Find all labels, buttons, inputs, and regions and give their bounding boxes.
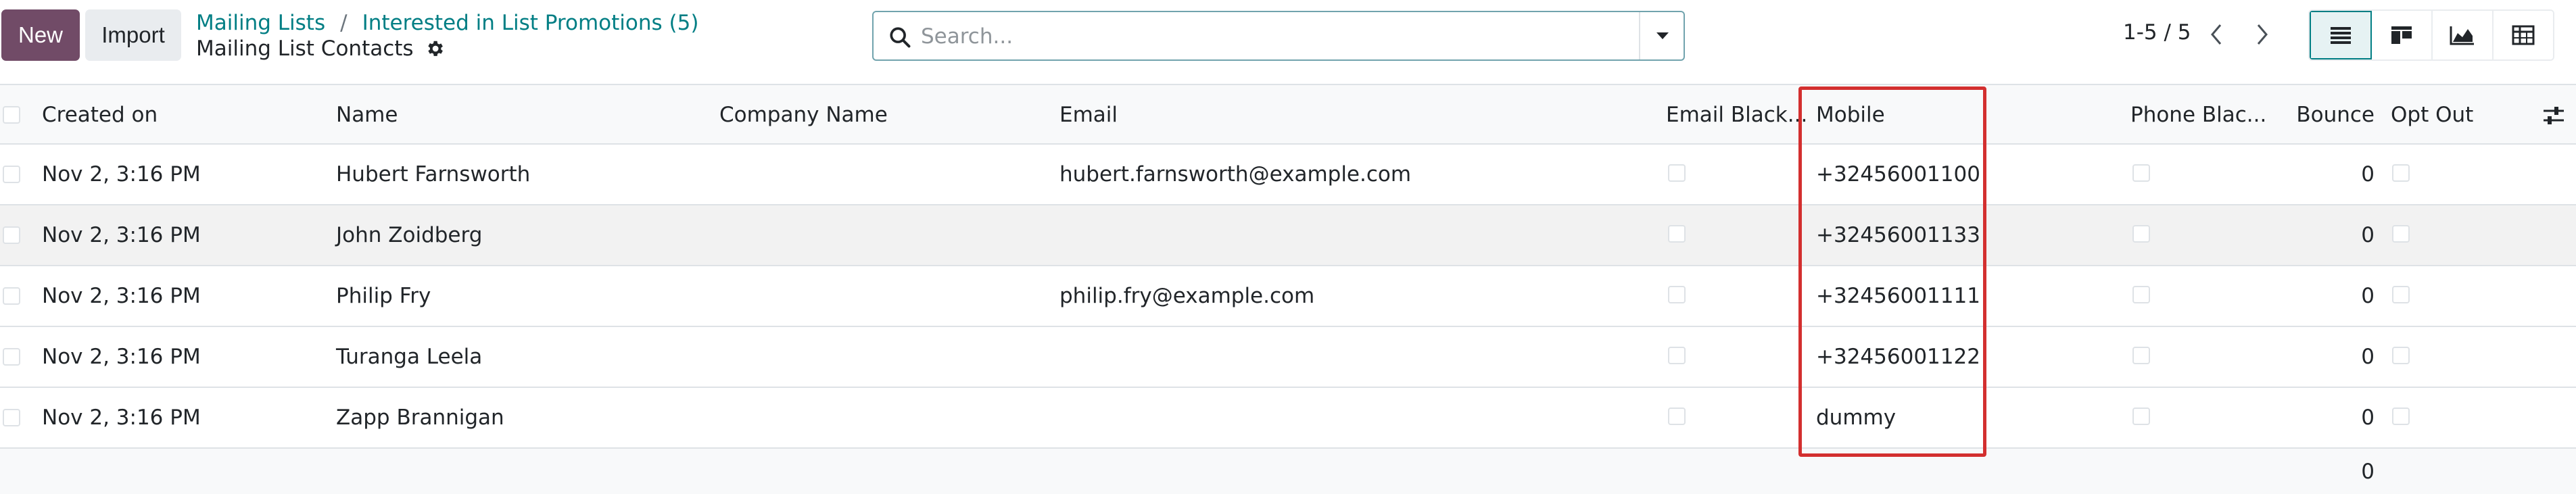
row-select-checkbox[interactable]: [3, 348, 20, 366]
cell-opt-out-checkbox: [2392, 286, 2410, 303]
list-icon: [2331, 27, 2351, 44]
cell-bounce: 0: [2361, 162, 2375, 187]
cell-bounce: 0: [2361, 223, 2375, 247]
cell-name: Hubert Farnsworth: [336, 162, 531, 187]
cell-email: philip.fry@example.com: [1059, 284, 1315, 308]
pivot-table-icon: [2512, 25, 2535, 45]
table-row[interactable]: Nov 2, 3:16 PM Turanga Leela +3245600112…: [0, 327, 2576, 388]
table-row[interactable]: Nov 2, 3:16 PM John Zoidberg +3245600113…: [0, 205, 2576, 266]
search-icon: [890, 27, 911, 48]
row-select-checkbox[interactable]: [3, 287, 20, 305]
chevron-left-icon: [2211, 24, 2222, 45]
cell-opt-out-checkbox: [2392, 347, 2410, 364]
cell-phone-blacklist-checkbox: [2132, 347, 2150, 364]
cell-mobile: dummy: [1816, 405, 1897, 430]
cell-created-on: Nov 2, 3:16 PM: [42, 284, 201, 308]
cell-bounce: 0: [2361, 345, 2375, 369]
search-bar: [872, 11, 1685, 61]
control-panel: New Import Mailing Lists / Interested in…: [0, 0, 2576, 84]
view-switcher: [2308, 9, 2554, 61]
cell-phone-blacklist-checkbox: [2132, 225, 2150, 243]
view-pivot-button[interactable]: [2494, 11, 2553, 59]
pager-next-button[interactable]: [2245, 15, 2280, 54]
cell-email-blacklist-checkbox: [1668, 164, 1686, 182]
cell-opt-out-checkbox: [2392, 407, 2410, 425]
import-button[interactable]: Import: [85, 9, 181, 61]
kanban-icon: [2391, 26, 2412, 44]
column-header-email-blacklist[interactable]: Email Black...: [1666, 85, 1807, 145]
search-options-toggle[interactable]: [1640, 12, 1685, 59]
chevron-right-icon: [2257, 24, 2268, 45]
page-title-text: Mailing List Contacts: [196, 36, 414, 61]
cell-opt-out-checkbox: [2392, 164, 2410, 182]
row-select-checkbox[interactable]: [3, 226, 20, 244]
breadcrumb-separator: /: [340, 11, 348, 35]
cell-email-blacklist-checkbox: [1668, 407, 1686, 425]
view-list-button[interactable]: [2310, 11, 2372, 59]
cell-name: Turanga Leela: [336, 345, 483, 369]
column-header-company-name[interactable]: Company Name: [719, 85, 888, 145]
table-row[interactable]: Nov 2, 3:16 PM Hubert Farnsworth hubert.…: [0, 145, 2576, 205]
table-row[interactable]: Nov 2, 3:16 PM Zapp Brannigan dummy 0: [0, 388, 2576, 449]
column-header-email[interactable]: Email: [1059, 85, 1118, 145]
cell-phone-blacklist-checkbox: [2132, 286, 2150, 303]
area-chart-icon: [2450, 26, 2474, 45]
cell-email-blacklist-checkbox: [1668, 347, 1686, 364]
column-header-name[interactable]: Name: [336, 85, 398, 145]
cell-mobile: +32456001122: [1816, 345, 1980, 369]
cell-email: hubert.farnsworth@example.com: [1059, 162, 1412, 187]
cell-created-on: Nov 2, 3:16 PM: [42, 405, 201, 430]
bounce-total: 0: [2361, 460, 2375, 484]
select-all-checkbox[interactable]: [3, 106, 20, 124]
row-select-checkbox[interactable]: [3, 166, 20, 183]
view-kanban-button[interactable]: [2372, 11, 2433, 59]
page-title: Mailing List Contacts: [196, 35, 445, 62]
sliders-icon[interactable]: [2542, 104, 2565, 127]
cell-mobile: +32456001111: [1816, 284, 1980, 308]
view-graph-button[interactable]: [2433, 11, 2494, 59]
pager-previous-button[interactable]: [2199, 15, 2234, 54]
column-header-opt-out[interactable]: Opt Out: [2391, 85, 2473, 145]
breadcrumb-mailing-list[interactable]: Interested in List Promotions (5): [362, 11, 699, 35]
cell-email-blacklist-checkbox: [1668, 225, 1686, 243]
cell-phone-blacklist-checkbox: [2132, 164, 2150, 182]
table-row[interactable]: Nov 2, 3:16 PM Philip Fry philip.fry@exa…: [0, 266, 2576, 327]
column-header-created-on[interactable]: Created on: [42, 85, 158, 145]
column-header-mobile[interactable]: Mobile: [1816, 85, 1885, 145]
cell-created-on: Nov 2, 3:16 PM: [42, 223, 201, 247]
column-header-phone-blacklist[interactable]: Phone Blac...: [2130, 85, 2266, 145]
gear-icon[interactable]: [425, 39, 445, 59]
search-input[interactable]: [921, 20, 1611, 53]
row-select-checkbox[interactable]: [3, 409, 20, 426]
breadcrumb: Mailing Lists / Interested in List Promo…: [196, 9, 698, 36]
cell-created-on: Nov 2, 3:16 PM: [42, 162, 201, 187]
cell-name: Zapp Brannigan: [336, 405, 504, 430]
cell-bounce: 0: [2361, 405, 2375, 430]
caret-down-icon: [1656, 32, 1669, 39]
cell-name: John Zoidberg: [336, 223, 483, 247]
pager-value[interactable]: 1-5 / 5: [2123, 20, 2191, 45]
column-header-bounce[interactable]: Bounce: [2292, 85, 2375, 145]
table-header: Created on Name Company Name Email Email…: [0, 84, 2576, 145]
cell-phone-blacklist-checkbox: [2132, 407, 2150, 425]
cell-opt-out-checkbox: [2392, 225, 2410, 243]
cell-mobile: +32456001100: [1816, 162, 1980, 187]
cell-bounce: 0: [2361, 284, 2375, 308]
cell-created-on: Nov 2, 3:16 PM: [42, 345, 201, 369]
cell-email-blacklist-checkbox: [1668, 286, 1686, 303]
cell-mobile: +32456001133: [1816, 223, 1980, 247]
new-button[interactable]: New: [1, 9, 80, 61]
breadcrumb-mailing-lists[interactable]: Mailing Lists: [196, 11, 325, 35]
cell-name: Philip Fry: [336, 284, 431, 308]
table-footer: 0: [0, 449, 2576, 494]
